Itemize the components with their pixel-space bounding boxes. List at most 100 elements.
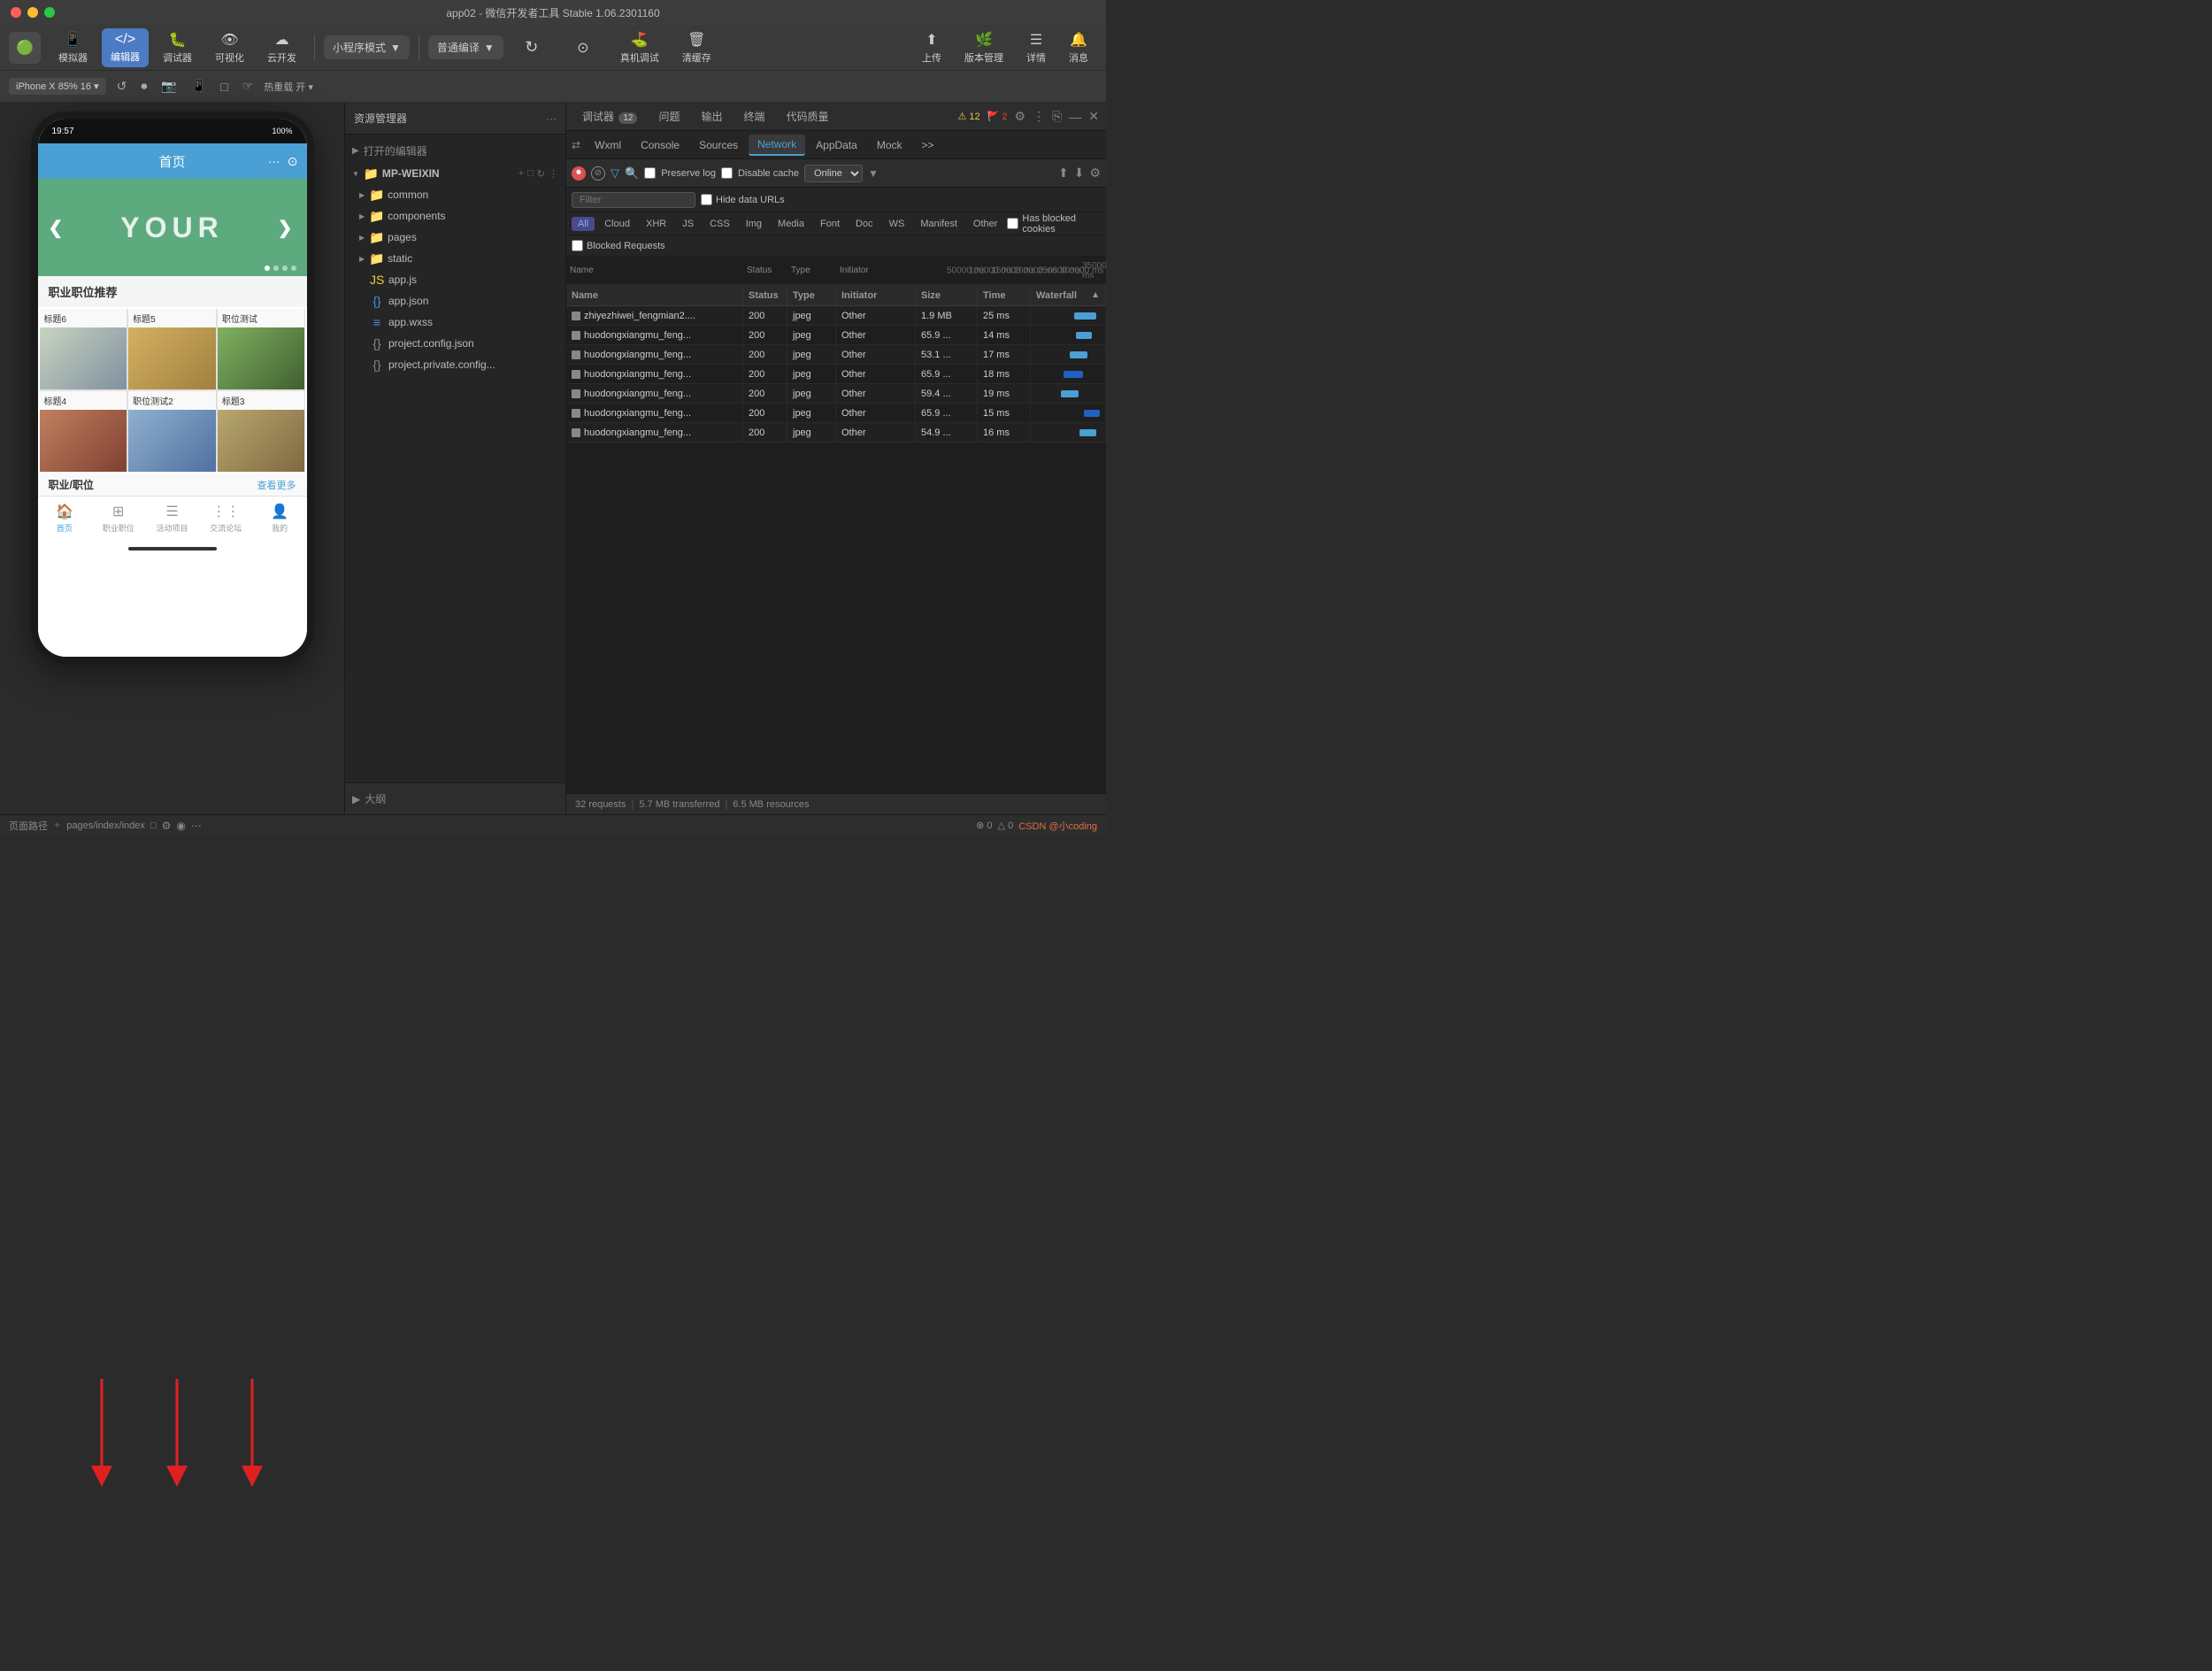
network-settings-icon[interactable]: ⚙ <box>1089 166 1101 181</box>
type-doc[interactable]: Doc <box>849 217 879 231</box>
table-row[interactable]: huodongxiangmu_feng... 200 jpeg Other 53… <box>566 345 1106 365</box>
maximize-button[interactable] <box>44 7 55 18</box>
tab-output[interactable]: 输出 <box>693 105 732 127</box>
type-xhr[interactable]: XHR <box>640 217 672 231</box>
blocked-requests-checkbox[interactable] <box>572 240 583 251</box>
network-tab-more[interactable]: >> <box>913 135 943 155</box>
minimize-button[interactable] <box>27 7 38 18</box>
th-type[interactable]: Type <box>787 285 836 305</box>
network-throttle-select[interactable]: Online <box>804 165 863 182</box>
hide-data-urls-checkbox[interactable] <box>701 194 712 205</box>
console-arrow-icon[interactable]: ⇄ <box>572 139 580 151</box>
project-private-file[interactable]: {} project.private.config... <box>345 354 565 375</box>
th-waterfall[interactable]: Waterfall ▲ <box>1031 285 1106 305</box>
network-tab-network[interactable]: Network <box>749 135 805 156</box>
th-status[interactable]: Status <box>743 285 787 305</box>
mobile-btn[interactable]: 📱 <box>188 77 210 96</box>
refresh-tree-icon[interactable]: ↻ <box>537 168 545 180</box>
banner-prev[interactable]: ❮ <box>49 217 67 239</box>
network-tab-wxml[interactable]: Wxml <box>586 135 630 155</box>
appjs-file[interactable]: JS app.js <box>345 269 565 290</box>
type-manifest[interactable]: Manifest <box>914 217 964 231</box>
stop-record-btn[interactable]: ⊘ <box>591 166 605 181</box>
grid-item-5[interactable]: 职位测试2 <box>128 391 216 472</box>
type-font[interactable]: Font <box>814 217 846 231</box>
mp-weixin-folder[interactable]: ▼ 📁 MP-WEIXIN + □ ↻ ⋮ <box>345 163 565 184</box>
network-tab-appdata[interactable]: AppData <box>807 135 866 155</box>
type-media[interactable]: Media <box>772 217 810 231</box>
type-cloud[interactable]: Cloud <box>598 217 636 231</box>
nav-profile[interactable]: 👤 我的 <box>253 497 307 540</box>
nav-home[interactable]: 🏠 首页 <box>38 497 92 540</box>
type-ws[interactable]: WS <box>883 217 911 231</box>
bottom-more-icon[interactable]: ⋯ <box>191 820 202 832</box>
grid-item-6[interactable]: 标题3 <box>218 391 305 472</box>
tab-terminal[interactable]: 终端 <box>735 105 774 127</box>
static-folder[interactable]: ▶ 📁 static <box>345 248 565 269</box>
banner-next[interactable]: ❯ <box>278 217 296 239</box>
appjson-file[interactable]: {} app.json <box>345 290 565 312</box>
close-button[interactable] <box>11 7 21 18</box>
tab-debugger[interactable]: 调试器 12 <box>573 105 646 127</box>
more-options-icon[interactable]: ··· <box>546 112 557 125</box>
more-icon[interactable]: ··· <box>268 154 280 169</box>
appwxss-file[interactable]: ≡ app.wxss <box>345 312 565 333</box>
type-all[interactable]: All <box>572 217 595 231</box>
network-tab-sources[interactable]: Sources <box>690 135 747 155</box>
screenshot-btn[interactable]: 📷 <box>157 77 180 96</box>
table-row[interactable]: huodongxiangmu_feng... 200 jpeg Other 59… <box>566 384 1106 404</box>
filter-icon[interactable]: ▽ <box>611 166 619 181</box>
bottom-preview-icon[interactable]: ◉ <box>176 820 185 832</box>
download-arrow-icon[interactable]: ⬇ <box>1074 166 1085 181</box>
type-img[interactable]: Img <box>740 217 768 231</box>
network-tab-mock[interactable]: Mock <box>868 135 911 155</box>
disable-cache-checkbox[interactable] <box>721 167 733 179</box>
nav-activities[interactable]: ☰ 活动项目 <box>145 497 199 540</box>
devtools-undock-icon[interactable]: ⎘ <box>1052 109 1062 124</box>
devtools-more-icon[interactable]: ⋮ <box>1033 109 1045 124</box>
devtools-minimize-icon[interactable]: — <box>1069 110 1081 124</box>
th-size[interactable]: Size <box>916 285 978 305</box>
editor-btn[interactable]: </> 编辑器 <box>102 28 149 67</box>
project-config-file[interactable]: {} project.config.json <box>345 333 565 354</box>
upload-btn[interactable]: ⬆ 上传 <box>913 27 950 68</box>
upload-arrow-icon[interactable]: ⬆ <box>1058 166 1069 181</box>
table-row[interactable]: zhiyezhiwei_fengmian2.... 200 jpeg Other… <box>566 306 1106 326</box>
remote-btn[interactable]: ⛳ 真机调试 <box>611 27 668 68</box>
preserve-log-checkbox[interactable] <box>644 167 656 179</box>
refresh-btn[interactable]: ↻ <box>509 35 555 60</box>
simulator-btn[interactable]: 📱 模拟器 <box>50 27 96 68</box>
record-btn[interactable]: ⏺ <box>137 77 150 96</box>
debugger-btn[interactable]: 🐛 调试器 <box>154 27 201 68</box>
nav-jobs[interactable]: ⊞ 职业职位 <box>91 497 145 540</box>
table-row[interactable]: huodongxiangmu_feng... 200 jpeg Other 54… <box>566 423 1106 443</box>
grid-item-3[interactable]: 职位测试 <box>218 309 305 389</box>
grid-item-1[interactable]: 标题6 <box>40 309 127 389</box>
cursor-btn[interactable]: ☞ <box>239 77 257 96</box>
record-network-btn[interactable]: ⏺ <box>572 166 586 181</box>
compile-selector[interactable]: 普通编译 ▼ <box>428 35 503 59</box>
devtools-close-icon[interactable]: ✕ <box>1088 109 1099 124</box>
cloud-btn[interactable]: ☁ 云开发 <box>258 27 305 68</box>
copy-path-icon[interactable]: □ <box>150 820 157 831</box>
detail-btn[interactable]: ☰ 详情 <box>1018 27 1055 68</box>
type-js[interactable]: JS <box>676 217 700 231</box>
table-row[interactable]: huodongxiangmu_feng... 200 jpeg Other 65… <box>566 326 1106 345</box>
th-time[interactable]: Time <box>978 285 1031 305</box>
mode-selector[interactable]: 小程序模式 ▼ <box>324 35 410 59</box>
version-btn[interactable]: 🌿 版本管理 <box>956 27 1012 68</box>
new-folder-icon[interactable]: □ <box>527 168 534 180</box>
hot-reload-selector[interactable]: 热重载 开 ▾ <box>264 80 313 94</box>
device-selector[interactable]: iPhone X 85% 16 ▾ <box>9 78 106 95</box>
search-network-icon[interactable]: 🔍 <box>625 166 639 181</box>
has-blocked-checkbox[interactable] <box>1007 218 1018 229</box>
common-folder[interactable]: ▶ 📁 common <box>345 184 565 205</box>
record-icon[interactable]: ⊙ <box>288 154 298 169</box>
tablet-btn[interactable]: □ <box>217 78 231 96</box>
new-file-icon[interactable]: + <box>518 168 524 180</box>
preview-btn[interactable]: ⊙ <box>560 35 606 60</box>
network-tab-console[interactable]: Console <box>632 135 688 155</box>
tab-problems[interactable]: 问题 <box>649 105 688 127</box>
footer-right[interactable]: 查看更多 <box>257 478 296 492</box>
message-btn[interactable]: 🔔 消息 <box>1060 27 1097 68</box>
